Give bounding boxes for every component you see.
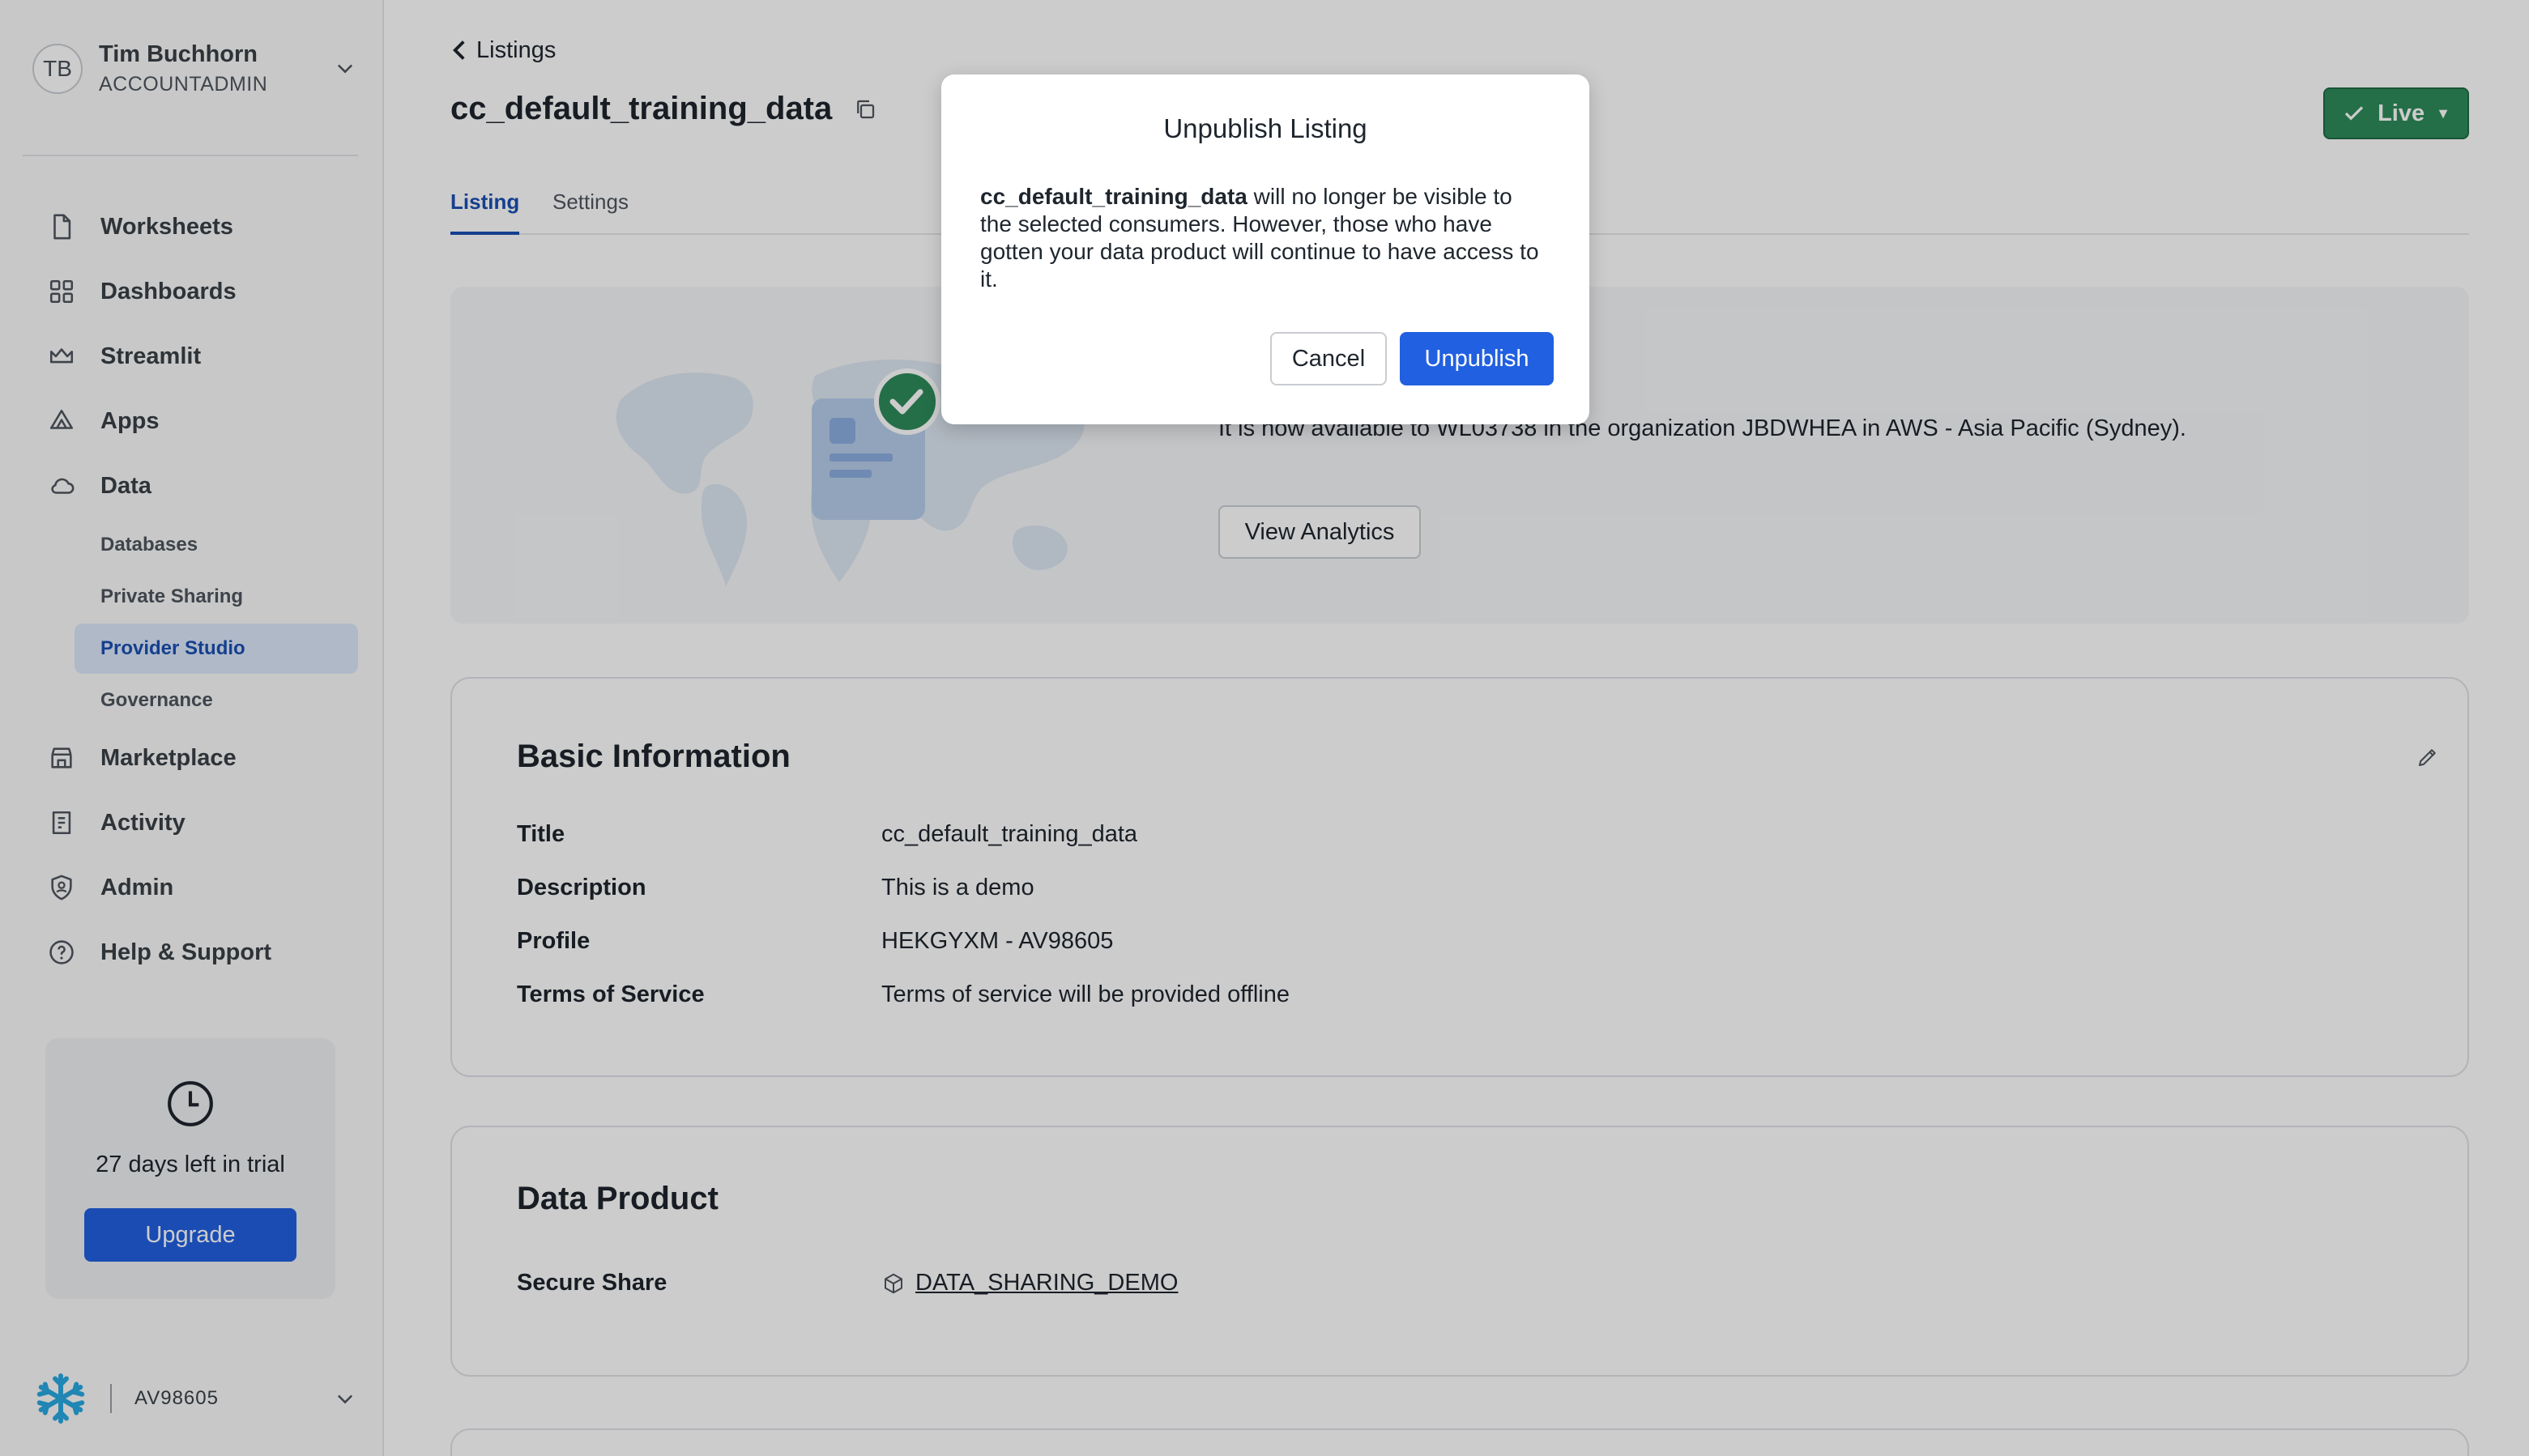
dialog-message: cc_default_training_data will no longer … [980,183,1547,293]
dialog-listing-name: cc_default_training_data [980,184,1247,209]
cancel-button[interactable]: Cancel [1270,332,1387,385]
dialog-title: Unpublish Listing [1163,113,1367,143]
unpublish-button[interactable]: Unpublish [1400,332,1554,385]
unpublish-listing-dialog: Unpublish Listing cc_default_training_da… [941,75,1589,424]
